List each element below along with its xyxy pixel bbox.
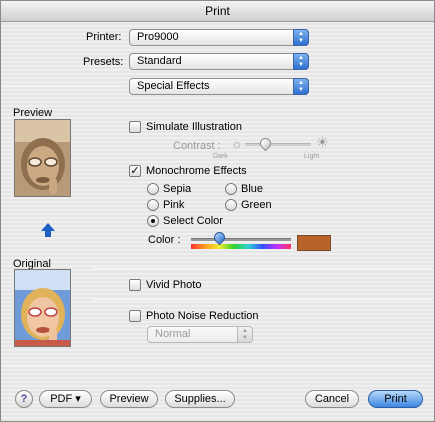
separator <box>3 365 431 366</box>
print-dialog: Print Printer: Pro9000 ▲ ▼ Presets: Stand… <box>0 0 435 422</box>
radio-sepia[interactable] <box>147 183 159 195</box>
printer-popup[interactable]: Pro9000 ▲ ▼ <box>129 29 309 46</box>
separator <box>93 299 431 300</box>
radio-green-label: Green <box>241 199 272 211</box>
panel-popup[interactable]: Special Effects ▲ ▼ <box>129 78 309 95</box>
printer-label: Printer: <box>86 31 122 43</box>
pdf-menu-button[interactable]: PDF ▾ <box>39 390 92 408</box>
sun-bright-icon: ☀ <box>316 134 329 150</box>
photo-noise-reduction-label: Photo Noise Reduction <box>146 310 259 322</box>
panel-value: Special Effects <box>137 80 210 92</box>
arrow-up-stem <box>45 230 51 237</box>
photo-noise-reduction-checkbox[interactable] <box>129 310 141 322</box>
radio-select-color-label: Select Color <box>163 215 223 227</box>
sun-dim-icon: ☼ <box>231 136 243 151</box>
color-label: Color : <box>148 234 181 246</box>
monochrome-effects-label: Monochrome Effects <box>146 165 247 177</box>
preview-button[interactable]: Preview <box>100 390 158 408</box>
popup-arrows-icon: ▲ ▼ <box>293 78 309 95</box>
color-spectrum-bar <box>191 244 291 249</box>
preview-label: Preview <box>13 107 53 119</box>
presets-popup[interactable]: Standard ▲ ▼ <box>129 53 309 70</box>
color-slider-track[interactable] <box>191 238 291 241</box>
radio-sepia-label: Sepia <box>163 183 192 195</box>
simulate-illustration-label: Simulate Illustration <box>146 121 242 133</box>
separator <box>3 86 123 87</box>
contrast-light-label: Light <box>304 153 320 160</box>
vivid-photo-label: Vivid Photo <box>146 279 202 291</box>
noise-level-value: Normal <box>155 328 191 340</box>
separator <box>313 86 431 87</box>
help-button[interactable]: ? <box>15 390 33 408</box>
popup-arrows-icon: ▲ ▼ <box>237 326 253 343</box>
separator <box>93 268 431 269</box>
contrast-label: Contrast : <box>173 140 221 152</box>
simulate-illustration-checkbox[interactable] <box>129 121 141 133</box>
preview-image <box>14 119 71 197</box>
print-button[interactable]: Print <box>368 390 423 408</box>
supplies-button[interactable]: Supplies... <box>165 390 235 408</box>
radio-blue-label: Blue <box>241 183 264 195</box>
presets-label: Presets: <box>83 56 124 68</box>
color-slider-thumb[interactable] <box>211 229 228 246</box>
noise-level-popup[interactable]: Normal ▲ ▼ <box>147 326 253 343</box>
radio-pink-label: Pink <box>163 199 185 211</box>
contrast-dark-label: Dark <box>213 153 228 160</box>
radio-pink[interactable] <box>147 199 159 211</box>
monochrome-effects-checkbox[interactable]: ✓ <box>129 165 141 177</box>
cancel-button[interactable]: Cancel <box>305 390 359 408</box>
vivid-photo-checkbox[interactable] <box>129 279 141 291</box>
radio-select-color[interactable] <box>147 215 159 227</box>
popup-arrows-icon: ▲ ▼ <box>293 29 309 46</box>
contrast-slider-track[interactable] <box>245 143 311 146</box>
contrast-slider-thumb[interactable] <box>257 135 274 152</box>
printer-value: Pro9000 <box>137 31 179 43</box>
radio-green[interactable] <box>225 199 237 211</box>
original-image <box>14 269 71 347</box>
popup-arrows-icon: ▲ ▼ <box>293 53 309 70</box>
presets-value: Standard <box>137 55 182 67</box>
window-title: Print <box>1 1 434 22</box>
color-swatch <box>297 235 331 251</box>
radio-blue[interactable] <box>225 183 237 195</box>
